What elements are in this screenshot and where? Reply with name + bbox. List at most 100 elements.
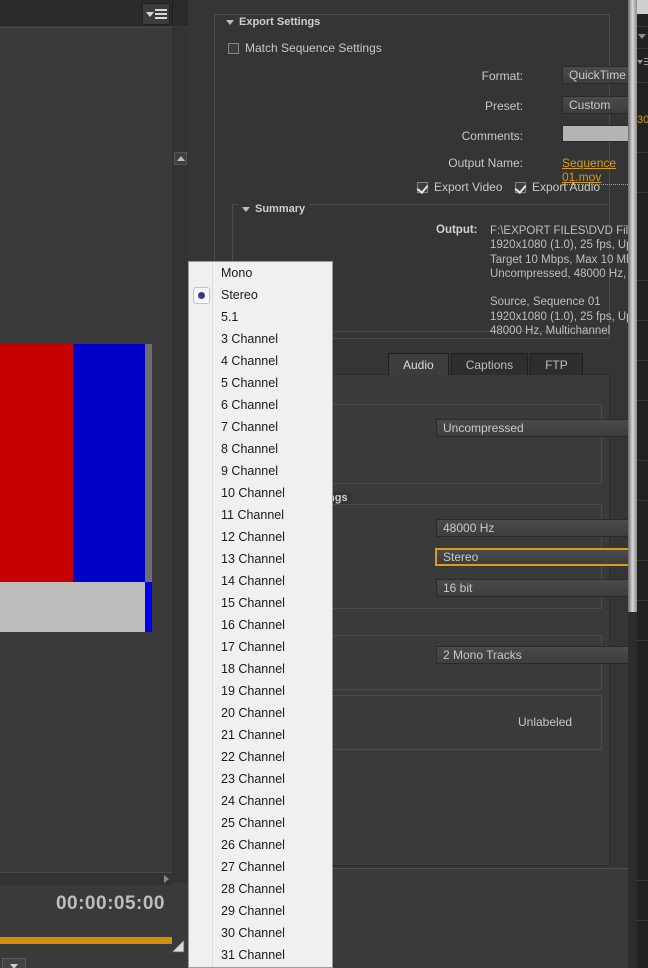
monitor-viewport bbox=[0, 27, 172, 882]
menu-item[interactable]: 3 Channel bbox=[213, 328, 332, 350]
export-video-label: Export Video bbox=[434, 180, 503, 194]
disclosure-triangle-icon[interactable] bbox=[242, 206, 250, 212]
disclosure-triangle-icon[interactable] bbox=[226, 19, 234, 25]
menu-item-label: Stereo bbox=[221, 288, 258, 302]
chevron-down-icon[interactable] bbox=[638, 34, 646, 39]
sample-rate-dropdown[interactable]: 48000 Hz bbox=[436, 519, 648, 537]
export-settings-header[interactable]: Export Settings bbox=[222, 16, 325, 28]
menu-item[interactable]: Stereo bbox=[213, 284, 332, 306]
menu-item[interactable]: 13 Channel bbox=[213, 548, 332, 570]
menu-item[interactable]: 7 Channel bbox=[213, 416, 332, 438]
monitor-timecode[interactable]: 00:00:05:00 bbox=[0, 893, 178, 915]
unlabeled-value: Unlabeled bbox=[518, 715, 573, 729]
background-scrollbar[interactable] bbox=[628, 0, 637, 612]
tab-label: FTP bbox=[545, 357, 568, 372]
tab-audio[interactable]: Audio bbox=[388, 353, 449, 375]
resize-handle-icon[interactable] bbox=[170, 938, 186, 954]
panel-menu-icon[interactable] bbox=[637, 58, 648, 65]
background-panel-column bbox=[637, 0, 648, 968]
menu-item-label: 19 Channel bbox=[221, 684, 285, 698]
menu-item[interactable]: 27 Channel bbox=[213, 856, 332, 878]
playback-progress-bar[interactable] bbox=[0, 937, 172, 944]
color-bar-blue-strip bbox=[145, 582, 152, 632]
menu-item-label: 23 Channel bbox=[221, 772, 285, 786]
preview-right-edge bbox=[145, 344, 152, 582]
checkbox-box[interactable] bbox=[515, 181, 526, 193]
menu-item[interactable]: 25 Channel bbox=[213, 812, 332, 834]
comments-label: Comments: bbox=[461, 129, 523, 143]
menu-item[interactable]: 12 Channel bbox=[213, 526, 332, 548]
menu-item[interactable]: 5.1 bbox=[213, 306, 332, 328]
menu-item[interactable]: 18 Channel bbox=[213, 658, 332, 680]
sample-rate-value: 48000 Hz bbox=[443, 521, 495, 535]
format-label: Format: bbox=[481, 69, 523, 83]
track-layout-value: 2 Mono Tracks bbox=[443, 648, 522, 662]
track-layout-dropdown[interactable]: 2 Mono Tracks bbox=[436, 646, 648, 664]
background-scrollbar-track[interactable] bbox=[628, 612, 637, 968]
tab-ftp[interactable]: FTP bbox=[530, 353, 583, 375]
color-bar-red bbox=[0, 344, 73, 582]
menu-item-label: 7 Channel bbox=[221, 420, 278, 434]
menu-item[interactable]: 6 Channel bbox=[213, 394, 332, 416]
menu-item-label: 29 Channel bbox=[221, 904, 285, 918]
menu-item[interactable]: 23 Channel bbox=[213, 768, 332, 790]
menu-item[interactable]: 20 Channel bbox=[213, 702, 332, 724]
summary-header[interactable]: Summary bbox=[238, 203, 310, 215]
menu-item-label: 30 Channel bbox=[221, 926, 285, 940]
menu-item[interactable]: 28 Channel bbox=[213, 878, 332, 900]
tab-captions[interactable]: Captions bbox=[450, 353, 529, 375]
menu-item-label: 12 Channel bbox=[221, 530, 285, 544]
menu-item-label: 27 Channel bbox=[221, 860, 285, 874]
monitor-zoom-dropdown[interactable] bbox=[2, 958, 26, 968]
checkbox-box[interactable] bbox=[417, 181, 428, 193]
sample-size-dropdown[interactable]: 16 bit bbox=[436, 579, 648, 597]
channels-dropdown[interactable]: Stereo bbox=[435, 548, 648, 566]
monitor-horizontal-scrollbar[interactable] bbox=[0, 872, 172, 885]
scroll-up-icon[interactable] bbox=[174, 152, 187, 165]
checkbox-box[interactable] bbox=[228, 42, 239, 54]
menu-item[interactable]: 22 Channel bbox=[213, 746, 332, 768]
menu-item[interactable]: 5 Channel bbox=[213, 372, 332, 394]
menu-item[interactable]: 4 Channel bbox=[213, 350, 332, 372]
menu-item-label: 25 Channel bbox=[221, 816, 285, 830]
match-sequence-settings-checkbox[interactable]: Match Sequence Settings bbox=[228, 41, 382, 55]
menu-item-label: 17 Channel bbox=[221, 640, 285, 654]
menu-item[interactable]: 11 Channel bbox=[213, 504, 332, 526]
monitor-vertical-scrollbar[interactable] bbox=[172, 27, 188, 882]
menu-item[interactable]: Mono bbox=[213, 262, 332, 284]
export-settings-title: Export Settings bbox=[239, 16, 321, 28]
export-video-checkbox[interactable]: Export Video bbox=[417, 180, 503, 194]
menu-item-label: 31 Channel bbox=[221, 948, 285, 962]
menu-item[interactable]: 29 Channel bbox=[213, 900, 332, 922]
scroll-right-icon[interactable] bbox=[164, 875, 169, 883]
menu-item[interactable]: 14 Channel bbox=[213, 570, 332, 592]
menu-item[interactable]: 30 Channel bbox=[213, 922, 332, 944]
menu-item[interactable]: 17 Channel bbox=[213, 636, 332, 658]
menu-item-label: 22 Channel bbox=[221, 750, 285, 764]
settings-tabs: Audio Captions FTP bbox=[388, 353, 583, 375]
menu-item[interactable]: 26 Channel bbox=[213, 834, 332, 856]
menu-item[interactable]: 9 Channel bbox=[213, 460, 332, 482]
menu-item-label: 28 Channel bbox=[221, 882, 285, 896]
menu-item[interactable]: 16 Channel bbox=[213, 614, 332, 636]
panel-menu-icon[interactable] bbox=[142, 3, 170, 25]
menu-item[interactable]: 31 Channel bbox=[213, 944, 332, 966]
menu-item[interactable]: 15 Channel bbox=[213, 592, 332, 614]
menu-item[interactable]: 10 Channel bbox=[213, 482, 332, 504]
menu-item[interactable]: 8 Channel bbox=[213, 438, 332, 460]
export-audio-label: Export Audio bbox=[532, 180, 601, 194]
background-timecode: 30: bbox=[637, 114, 648, 126]
menu-item[interactable]: 19 Channel bbox=[213, 680, 332, 702]
background-app-strip: 30: bbox=[628, 0, 648, 968]
monitor-tab-bar bbox=[0, 0, 188, 26]
video-preview bbox=[0, 344, 152, 632]
export-audio-checkbox[interactable]: Export Audio bbox=[515, 180, 600, 194]
menu-item-label: 18 Channel bbox=[221, 662, 285, 676]
menu-item-label: 3 Channel bbox=[221, 332, 278, 346]
menu-item-label: 11 Channel bbox=[221, 508, 285, 522]
menu-item[interactable]: 21 Channel bbox=[213, 724, 332, 746]
channels-dropdown-menu[interactable]: Mono Stereo 5.1 3 Channel 4 Channel 5 Channel… bbox=[188, 261, 333, 968]
audio-codec-dropdown[interactable]: Uncompressed bbox=[436, 419, 648, 437]
menu-item-label: 21 Channel bbox=[221, 728, 285, 742]
menu-item[interactable]: 24 Channel bbox=[213, 790, 332, 812]
